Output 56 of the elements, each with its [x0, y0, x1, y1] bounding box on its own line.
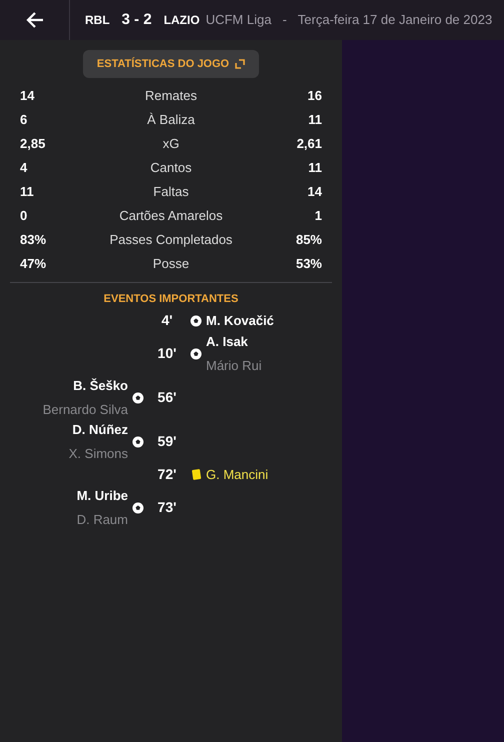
stat-value: 11	[308, 159, 322, 178]
stat-label: Faltas	[153, 183, 189, 202]
separator: -	[282, 11, 287, 30]
stat-label: Cantos	[150, 159, 192, 178]
score: 3 - 2	[122, 10, 152, 30]
stat-value: 83%	[20, 231, 48, 250]
match-minute: 73'	[156, 498, 178, 517]
stat-label: Remates	[144, 87, 198, 106]
team-name: RBL	[85, 12, 110, 29]
stat-label: Cartões Amarelos	[119, 207, 223, 226]
stat-value: 11	[20, 183, 35, 202]
stat-value: 6	[20, 111, 28, 130]
match-minute: 56'	[156, 388, 178, 407]
match-minute: 10'	[156, 344, 178, 363]
stat-value: 16	[308, 87, 322, 106]
assist-name: X. Simons	[68, 444, 128, 462]
player-name: A. Isak	[206, 333, 248, 351]
expand-icon	[235, 59, 246, 69]
stat-label: Posse	[152, 255, 190, 274]
ball-icon	[190, 348, 202, 360]
assist-name: D. Raum	[76, 510, 128, 528]
player-name: B. Šeško	[73, 377, 128, 395]
player-name: M. Uribe	[76, 487, 128, 505]
player-name: G. Mancini	[206, 466, 268, 484]
back-arrow-icon	[24, 11, 44, 29]
stat-value: 85%	[296, 231, 322, 250]
match-minute: 72'	[156, 465, 178, 484]
ball-icon	[132, 436, 144, 448]
stat-label: À Baliza	[147, 111, 195, 130]
stat-value: 14	[308, 183, 322, 202]
stat-value: 0	[20, 207, 28, 226]
stat-value: 2,85	[20, 135, 46, 154]
section-title: EVENTOS IMPORTANTES	[104, 292, 238, 307]
stat-value: 2,61	[296, 135, 322, 154]
card-icon	[192, 469, 200, 480]
stat-value: 11	[308, 111, 322, 130]
stat-label: Passes Completados	[110, 231, 232, 250]
match-minute: 4'	[160, 311, 174, 330]
match-date: Terça-feira 17 de Janeiro de 2023	[298, 11, 492, 30]
competition-name: UCFM Liga	[206, 11, 272, 30]
match-stats-button[interactable]: ESTATÍSTICAS DO JOGO	[82, 50, 260, 78]
ball-icon	[190, 314, 202, 326]
assist-name: Mário Rui	[206, 356, 262, 374]
player-name: D. Núñez	[72, 421, 128, 439]
team-name: LAZIO	[164, 12, 200, 29]
ball-icon	[132, 502, 144, 514]
player-name: M. Kovačić	[206, 312, 274, 330]
ball-icon	[132, 392, 144, 404]
assist-name: Bernardo Silva	[42, 400, 128, 418]
stat-value: 14	[20, 87, 36, 106]
stat-value: 4	[20, 159, 28, 178]
match-minute: 59'	[156, 432, 178, 451]
stat-value: 1	[314, 207, 322, 226]
stat-value: 47%	[20, 255, 48, 274]
stat-label: xG	[162, 135, 180, 154]
stat-value: 53%	[296, 255, 322, 274]
